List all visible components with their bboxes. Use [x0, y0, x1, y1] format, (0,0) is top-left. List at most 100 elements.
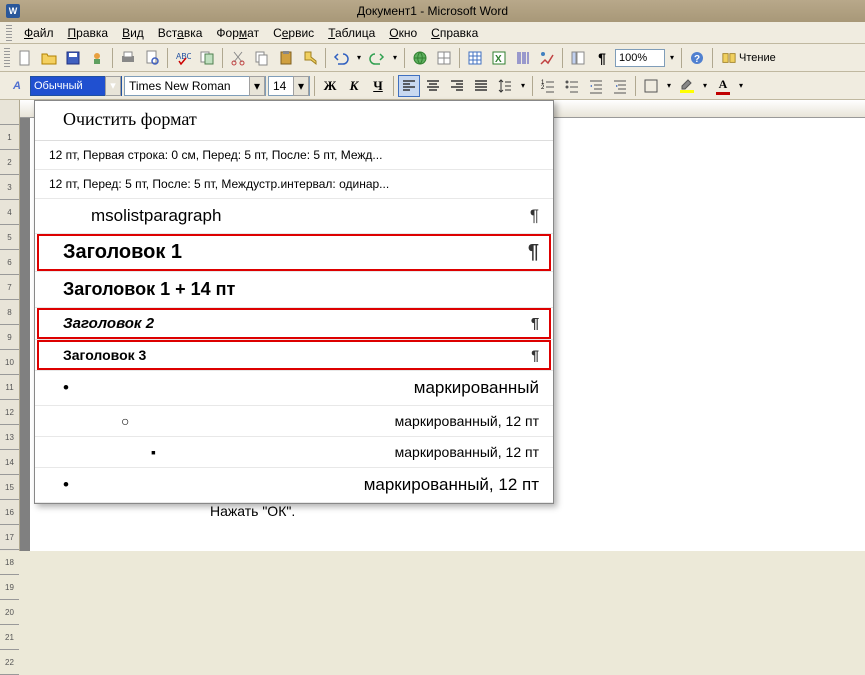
- ruler-tick: 9: [0, 325, 19, 350]
- style-item[interactable]: Заголовок 2¶: [35, 308, 553, 340]
- numbered-list-button[interactable]: 12: [537, 75, 559, 97]
- ruler-tick: 5: [0, 225, 19, 250]
- hyperlink-button[interactable]: [409, 47, 431, 69]
- redo-dropdown[interactable]: ▾: [390, 47, 400, 69]
- word-icon: W: [6, 4, 20, 18]
- styles-pane-icon[interactable]: A: [6, 75, 28, 97]
- font-size-combo[interactable]: 14▾: [268, 76, 310, 96]
- undo-dropdown[interactable]: ▾: [354, 47, 364, 69]
- style-item[interactable]: msolistparagraph¶: [35, 199, 553, 234]
- undo-button[interactable]: [330, 47, 352, 69]
- help-button[interactable]: ?: [686, 47, 708, 69]
- highlight-button[interactable]: [676, 75, 698, 97]
- style-item[interactable]: Заголовок 1¶: [35, 234, 553, 272]
- redo-button[interactable]: [366, 47, 388, 69]
- menu-table[interactable]: Таблица: [322, 24, 381, 42]
- style-item-label: msolistparagraph: [91, 206, 221, 226]
- menu-format[interactable]: Формат: [210, 24, 265, 42]
- ruler-tick: 12: [0, 400, 19, 425]
- title-bar: W Документ1 - Microsoft Word: [0, 0, 865, 22]
- menu-tools[interactable]: Сервис: [267, 24, 320, 42]
- style-item-label: 12 пт, Перед: 5 пт, После: 5 пт, Междуст…: [49, 177, 389, 191]
- style-item[interactable]: Заголовок 3¶: [35, 340, 553, 371]
- font-combo[interactable]: Times New Roman▾: [124, 76, 266, 96]
- style-item-label: Заголовок 3: [63, 347, 146, 363]
- svg-text:2: 2: [541, 85, 545, 91]
- svg-text:X: X: [495, 54, 502, 65]
- ruler-tick: 1: [0, 125, 19, 150]
- excel-button[interactable]: X: [488, 47, 510, 69]
- grip-icon: [4, 48, 10, 68]
- menu-window[interactable]: Окно: [383, 24, 423, 42]
- menu-view[interactable]: Вид: [116, 24, 150, 42]
- spellcheck-button[interactable]: ABC: [172, 47, 194, 69]
- style-item[interactable]: ▪ маркированный, 12 пт: [35, 437, 553, 468]
- doc-map-button[interactable]: [567, 47, 589, 69]
- borders-dropdown[interactable]: ▾: [664, 75, 674, 97]
- ruler-tick: 3: [0, 175, 19, 200]
- clear-format-item[interactable]: Очистить формат: [35, 101, 553, 141]
- bold-button[interactable]: Ж: [319, 75, 341, 97]
- open-button[interactable]: [38, 47, 60, 69]
- style-item[interactable]: Заголовок 1 + 14 пт: [35, 272, 553, 308]
- ruler-tick: 4: [0, 200, 19, 225]
- chevron-down-icon[interactable]: ▾: [249, 76, 265, 96]
- align-center-button[interactable]: [422, 75, 444, 97]
- save-button[interactable]: [62, 47, 84, 69]
- reading-layout-button[interactable]: Чтение: [717, 47, 781, 69]
- line-spacing-button[interactable]: [494, 75, 516, 97]
- permissions-button[interactable]: [86, 47, 108, 69]
- zoom-dropdown[interactable]: ▾: [667, 47, 677, 69]
- paste-button[interactable]: [275, 47, 297, 69]
- style-item[interactable]: 12 пт, Перед: 5 пт, После: 5 пт, Междуст…: [35, 170, 553, 199]
- align-right-button[interactable]: [446, 75, 468, 97]
- standard-toolbar: ABC ▾ ▾ X ¶ 100% ▾ ? Чтение: [0, 44, 865, 72]
- ruler-tick: 6: [0, 250, 19, 275]
- style-item[interactable]: ○ маркированный, 12 пт: [35, 406, 553, 437]
- insert-table-button[interactable]: [464, 47, 486, 69]
- chevron-down-icon[interactable]: ▾: [293, 76, 309, 96]
- decrease-indent-button[interactable]: [585, 75, 607, 97]
- formatting-toolbar: A Обычный▾ Times New Roman▾ 14▾ Ж К Ч ▾ …: [0, 72, 865, 100]
- print-button[interactable]: [117, 47, 139, 69]
- font-color-button[interactable]: A: [712, 75, 734, 97]
- new-button[interactable]: [14, 47, 36, 69]
- show-marks-button[interactable]: ¶: [591, 47, 613, 69]
- align-left-button[interactable]: [398, 75, 420, 97]
- font-color-dropdown[interactable]: ▾: [736, 75, 746, 97]
- style-item[interactable]: 12 пт, Первая строка: 0 см, Перед: 5 пт,…: [35, 141, 553, 170]
- line-spacing-dropdown[interactable]: ▾: [518, 75, 528, 97]
- cut-button[interactable]: [227, 47, 249, 69]
- highlight-dropdown[interactable]: ▾: [700, 75, 710, 97]
- style-item[interactable]: • маркированный: [35, 371, 553, 406]
- ruler-tick: 8: [0, 300, 19, 325]
- zoom-combo[interactable]: 100%: [615, 49, 665, 67]
- tables-borders-button[interactable]: [433, 47, 455, 69]
- copy-button[interactable]: [251, 47, 273, 69]
- underline-button[interactable]: Ч: [367, 75, 389, 97]
- drawing-button[interactable]: [536, 47, 558, 69]
- svg-text:?: ?: [694, 54, 700, 65]
- style-item[interactable]: • маркированный, 12 пт: [35, 468, 553, 503]
- format-painter-button[interactable]: [299, 47, 321, 69]
- style-combo[interactable]: Обычный▾: [30, 76, 122, 96]
- chevron-down-icon[interactable]: ▾: [105, 76, 121, 96]
- italic-button[interactable]: К: [343, 75, 365, 97]
- document-area: ю со всего документа. ий изменяется нуме…: [20, 100, 865, 551]
- doc-text-line: Нажать "ОК".: [210, 502, 841, 522]
- bulleted-list-button[interactable]: [561, 75, 583, 97]
- columns-button[interactable]: [512, 47, 534, 69]
- style-item-label: маркированный, 12 пт: [395, 444, 539, 460]
- menu-help[interactable]: Справка: [425, 24, 484, 42]
- style-item-label: Заголовок 1 + 14 пт: [63, 279, 235, 300]
- paragraph-mark-icon: ¶: [531, 315, 539, 332]
- research-button[interactable]: [196, 47, 218, 69]
- borders-button[interactable]: [640, 75, 662, 97]
- menu-file[interactable]: Файл: [18, 24, 60, 42]
- menu-insert[interactable]: Вставка: [152, 24, 209, 42]
- print-preview-button[interactable]: [141, 47, 163, 69]
- align-justify-button[interactable]: [470, 75, 492, 97]
- menu-edit[interactable]: Правка: [62, 24, 115, 42]
- increase-indent-button[interactable]: [609, 75, 631, 97]
- ruler-tick: 2: [0, 150, 19, 175]
